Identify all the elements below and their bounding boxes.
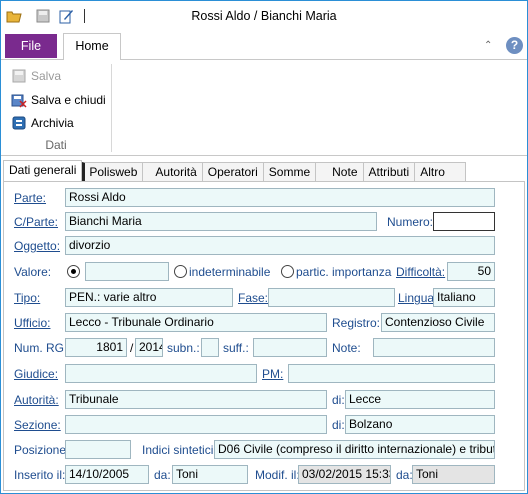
tab-somme[interactable]: Somme bbox=[263, 162, 317, 183]
parte-field[interactable]: Rossi Aldo bbox=[65, 188, 495, 207]
archivia-button[interactable]: Archivia bbox=[11, 113, 74, 133]
pm-label: PM: bbox=[262, 367, 284, 381]
archivia-label: Archivia bbox=[31, 116, 74, 130]
salva-e-chiudi-label: Salva e chiudi bbox=[31, 93, 106, 107]
fase-label: Fase: bbox=[238, 291, 269, 305]
dati-group-label: Dati bbox=[45, 138, 67, 152]
autorita-label: Autorità: bbox=[14, 393, 59, 407]
sezione-label: Sezione: bbox=[14, 418, 61, 432]
archive-icon bbox=[12, 116, 26, 130]
fase-field[interactable] bbox=[268, 288, 395, 307]
num-rg-separator: / bbox=[130, 341, 134, 355]
ribbon-tab-strip: File Home ⌃ ? bbox=[1, 31, 527, 60]
numero-field[interactable] bbox=[433, 212, 495, 231]
ufficio-label: Ufficio: bbox=[14, 316, 51, 330]
posizione-field[interactable] bbox=[65, 440, 131, 459]
difficolta-field[interactable]: 50 bbox=[447, 262, 495, 281]
note-field[interactable] bbox=[373, 338, 495, 357]
num-rg-year-field[interactable]: 2014 bbox=[135, 338, 163, 357]
title-bar: Rossi Aldo / Bianchi Maria bbox=[1, 1, 527, 31]
window-title: Rossi Aldo / Bianchi Maria bbox=[191, 9, 337, 23]
giudice-field[interactable] bbox=[65, 364, 257, 383]
tab-operatori[interactable]: Operatori bbox=[202, 162, 264, 183]
num-rg-label: Num. RG: bbox=[14, 341, 68, 355]
subn-label: subn.: bbox=[167, 341, 200, 355]
posizione-label: Posizione: bbox=[14, 443, 70, 457]
inserito-label: Inserito il: bbox=[14, 468, 66, 482]
file-tab[interactable]: File bbox=[5, 34, 57, 58]
indici-field[interactable]: D06 Civile (compreso il diritto internaz… bbox=[214, 440, 495, 459]
salva-e-chiudi-button[interactable]: Salva e chiudi bbox=[11, 90, 106, 110]
valore-amount-radio[interactable] bbox=[67, 265, 80, 278]
group-separator bbox=[111, 64, 112, 152]
sezione-di-field[interactable]: Bolzano bbox=[345, 415, 495, 434]
tab-autorita[interactable]: Autorità bbox=[143, 162, 203, 183]
autorita-di-label: di: bbox=[332, 393, 345, 407]
salva-button[interactable]: Salva bbox=[11, 66, 61, 86]
tipo-label: Tipo: bbox=[14, 291, 41, 305]
home-tab[interactable]: Home bbox=[63, 33, 121, 60]
document-content: Dati generali Polisweb Autorità Operator… bbox=[1, 156, 527, 493]
pm-field[interactable] bbox=[288, 364, 495, 383]
registro-field[interactable]: Contenzioso Civile bbox=[381, 313, 495, 332]
cparte-field[interactable]: Bianchi Maria bbox=[65, 212, 377, 231]
parte-label: Parte: bbox=[14, 191, 47, 205]
dati-generali-panel: Parte: Rossi Aldo C/Parte: Bianchi Maria… bbox=[3, 181, 525, 491]
tab-polisweb[interactable]: Polisweb bbox=[82, 162, 144, 183]
lingua-label: Lingua: bbox=[398, 291, 438, 305]
suff-label: suff.: bbox=[223, 341, 249, 355]
modif-label: Modif. il: bbox=[255, 468, 300, 482]
save-disk-icon bbox=[12, 69, 26, 83]
tab-attributi[interactable]: Attributi bbox=[363, 162, 416, 183]
sezione-field[interactable] bbox=[65, 415, 327, 434]
indeterminabile-radio[interactable] bbox=[174, 265, 187, 278]
autorita-di-field[interactable]: Lecce bbox=[345, 390, 495, 409]
registro-label: Registro: bbox=[332, 316, 381, 330]
modif-da-field: Toni bbox=[412, 465, 495, 484]
modif-da-label: da: bbox=[396, 468, 413, 482]
document-tabs: Dati generali Polisweb Autorità Operator… bbox=[3, 160, 466, 183]
sezione-di-label: di: bbox=[332, 418, 345, 432]
valore-label: Valore: bbox=[14, 265, 52, 279]
inserito-da-label: da: bbox=[154, 468, 171, 482]
numero-label: Numero: bbox=[387, 215, 434, 229]
difficolta-label: Difficoltà: bbox=[396, 265, 446, 279]
salva-label: Salva bbox=[31, 69, 62, 83]
ribbon-home-panel: Salva Salva e chiudi Archivia Dati bbox=[1, 59, 527, 156]
partic-importanza-radio[interactable] bbox=[281, 265, 294, 278]
num-rg-number-field[interactable]: 1801 bbox=[65, 338, 127, 357]
indici-label: Indici sintetici: bbox=[142, 443, 217, 457]
valore-field[interactable] bbox=[85, 262, 169, 281]
partic-importanza-label: partic. importanza bbox=[296, 265, 392, 279]
lingua-field[interactable]: Italiano bbox=[433, 288, 495, 307]
app-window: Rossi Aldo / Bianchi Maria File Home ⌃ ?… bbox=[0, 0, 528, 494]
note-label: Note: bbox=[332, 341, 361, 355]
inserito-da-field[interactable]: Toni bbox=[172, 465, 248, 484]
modif-field: 03/02/2015 15:33 bbox=[298, 465, 391, 484]
tab-altro[interactable]: Altro bbox=[415, 162, 466, 183]
indeterminabile-label: indeterminabile bbox=[189, 265, 271, 279]
suff-field[interactable] bbox=[253, 338, 327, 357]
tab-dati-generali[interactable]: Dati generali bbox=[3, 160, 83, 182]
tab-note[interactable]: Note bbox=[316, 162, 364, 183]
subn-field[interactable] bbox=[201, 338, 219, 357]
tipo-field[interactable]: PEN.: varie altro bbox=[65, 288, 233, 307]
oggetto-label: Oggetto: bbox=[14, 239, 61, 253]
ufficio-field[interactable]: Lecco - Tribunale Ordinario bbox=[65, 313, 327, 332]
help-icon[interactable]: ? bbox=[506, 37, 523, 54]
giudice-label: Giudice: bbox=[14, 367, 59, 381]
autorita-field[interactable]: Tribunale bbox=[65, 390, 327, 409]
save-close-icon bbox=[11, 94, 27, 108]
oggetto-field[interactable]: divorzio bbox=[65, 236, 495, 255]
collapse-ribbon-icon[interactable]: ⌃ bbox=[484, 40, 492, 51]
inserito-field[interactable]: 14/10/2005 bbox=[65, 465, 149, 484]
cparte-label: C/Parte: bbox=[14, 215, 59, 229]
